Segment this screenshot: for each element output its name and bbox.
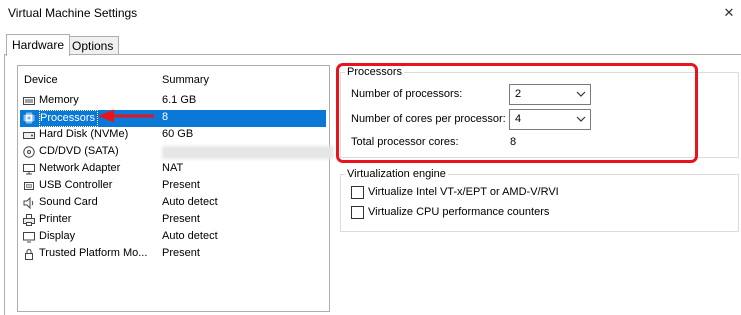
virtualize-vtx-checkbox[interactable]	[351, 186, 364, 199]
device-row-display[interactable]: Display Auto detect	[20, 229, 326, 246]
annotation-highlight-box	[336, 63, 698, 163]
device-row-usb-controller[interactable]: USB Controller Present	[20, 178, 326, 195]
device-row-memory[interactable]: Memory 6.1 GB	[20, 93, 326, 110]
usb-controller-icon	[24, 182, 34, 190]
device-summary: Auto detect	[162, 230, 218, 242]
device-list: Device Summary Memory 6.1 GB Processors …	[17, 65, 334, 312]
device-column-header[interactable]: Device	[24, 74, 58, 86]
device-name: Hard Disk (NVMe)	[39, 128, 129, 140]
device-summary: Present	[162, 179, 200, 191]
virtualization-group	[340, 174, 739, 232]
window-title: Virtual Machine Settings	[8, 6, 138, 20]
device-summary: Present	[162, 213, 200, 225]
network-adapter-icon	[23, 164, 35, 175]
device-summary: 6.1 GB	[162, 94, 197, 106]
printer-icon	[23, 214, 35, 226]
device-row-sound-card[interactable]: Sound Card Auto detect	[20, 195, 326, 212]
device-row-printer[interactable]: Printer Present	[20, 212, 326, 229]
device-row-trusted-platform-module[interactable]: Trusted Platform Mo... Present	[20, 246, 326, 263]
device-name: CD/DVD (SATA)	[39, 145, 119, 157]
device-summary: NAT	[162, 162, 184, 174]
device-summary: Auto detect	[162, 196, 218, 208]
device-name: Memory	[39, 94, 79, 106]
device-row-hard-disk[interactable]: Hard Disk (NVMe) 60 GB	[20, 127, 326, 144]
device-row-cd-dvd[interactable]: CD/DVD (SATA)	[20, 144, 334, 161]
virtualize-perf-counters-checkbox[interactable]	[351, 206, 364, 219]
device-name: Processors	[39, 110, 99, 127]
virtualize-vtx-label[interactable]: Virtualize Intel VT-x/EPT or AMD-V/RVI	[368, 186, 559, 198]
device-summary: 8	[162, 111, 169, 123]
tab-hardware[interactable]: Hardware	[6, 34, 71, 56]
device-name: Trusted Platform Mo...	[39, 247, 148, 259]
hard-disk-icon	[23, 132, 35, 139]
display-icon	[23, 232, 35, 243]
device-name: Printer	[39, 213, 72, 225]
tab-options[interactable]: Options	[66, 36, 120, 55]
device-row-processors[interactable]: Processors 8	[20, 110, 326, 127]
summary-column-header[interactable]: Summary	[162, 74, 209, 86]
device-summary: 60 GB	[162, 128, 194, 140]
device-row-network-adapter[interactable]: Network Adapter NAT	[20, 161, 326, 178]
device-summary: Present	[162, 247, 200, 259]
memory-icon	[23, 97, 35, 105]
virtualization-group-label: Virtualization engine	[345, 168, 448, 180]
close-icon[interactable]: ✕	[717, 0, 741, 28]
sound-card-icon	[23, 197, 34, 209]
virtualize-perf-counters-label[interactable]: Virtualize CPU performance counters	[368, 206, 549, 218]
tpm-icon	[25, 249, 33, 260]
device-name: Display	[39, 230, 76, 242]
processor-icon	[23, 112, 35, 124]
cd-dvd-icon	[23, 146, 35, 158]
redacted-summary	[162, 146, 334, 159]
title-bar: Virtual Machine Settings ✕	[0, 0, 741, 28]
annotation-arrow-icon	[98, 109, 154, 123]
device-name: Sound Card	[39, 196, 98, 208]
device-name: Network Adapter	[39, 162, 121, 174]
device-name: USB Controller	[39, 179, 113, 191]
